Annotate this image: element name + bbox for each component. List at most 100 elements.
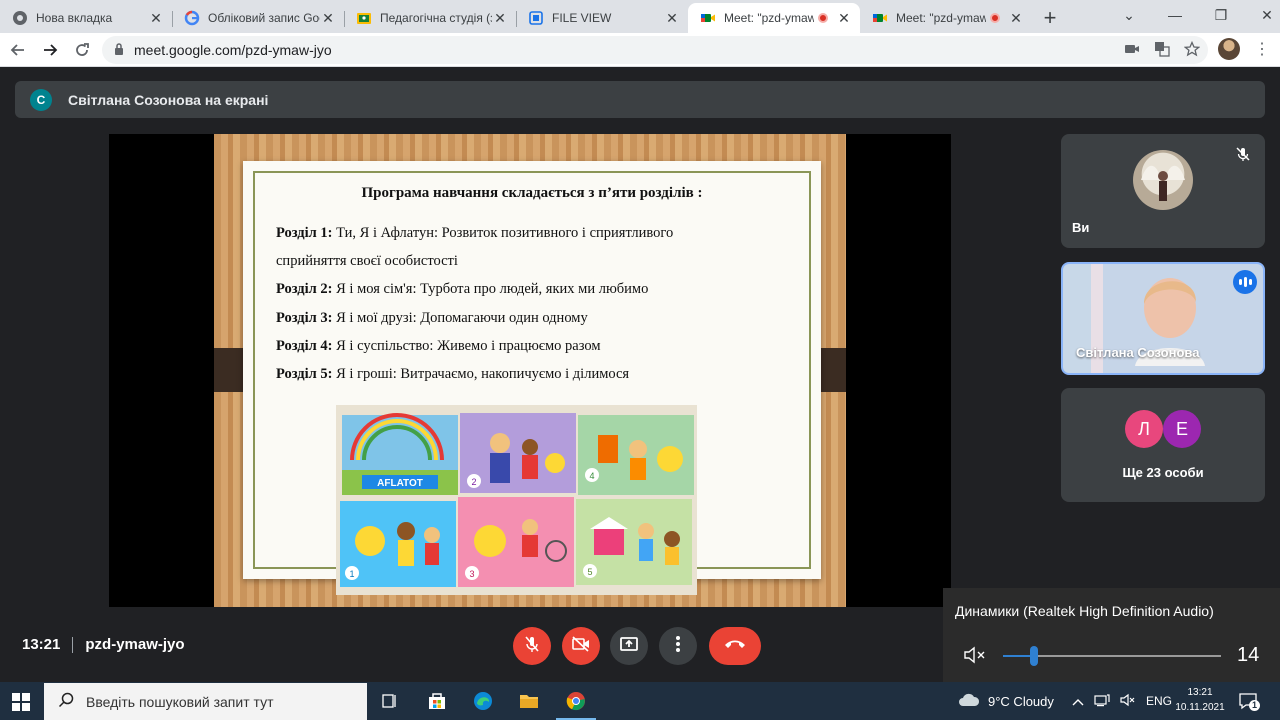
volume-level: 14 [1237,644,1260,666]
volume-muted-icon[interactable] [1120,693,1136,710]
cloud-icon [958,693,980,710]
mic-toggle-button[interactable] [513,627,551,665]
slide-section-4: Розділ 4: Я і суспільство: Живемо і прац… [276,338,601,354]
lock-icon[interactable] [114,42,124,58]
restore-button[interactable]: ❐ [1198,0,1244,30]
close-icon[interactable]: ✕ [1008,10,1024,26]
speaking-indicator-icon [1233,270,1257,294]
close-icon[interactable]: ✕ [836,10,852,26]
edge-browser-icon[interactable] [471,689,495,713]
windows-start-icon[interactable] [12,693,30,711]
slide-title: Програма навчання складається з п’яти ро… [361,185,703,201]
meeting-time: 13:21 [22,636,61,653]
chevron-up-icon[interactable] [1072,694,1084,709]
microsoft-store-icon[interactable] [425,689,449,713]
input-language[interactable]: ENG [1146,694,1172,708]
tab-title: Обліковий запис Goo [208,11,320,25]
tab-meet-active[interactable]: Meet: "pzd-ymaw ✕ [688,3,860,33]
weather-widget[interactable]: 9°C Cloudy [958,682,1054,720]
tab-title: Педагогічна студія (з [380,11,492,25]
file-explorer-icon[interactable] [517,689,541,713]
speaker-name-label: Світлана Созонова [1076,345,1200,360]
tab-title: Meet: "pzd-ymaw [896,11,986,25]
tab-classroom[interactable]: Педагогічна студія (з ✕ [344,3,516,33]
forward-button[interactable] [36,36,64,64]
meet-icon [872,10,888,26]
presenting-banner: С Світлана Созонова на екрані [15,81,1265,118]
meeting-code[interactable]: pzd-ymaw-jyo [85,636,184,653]
browser-tab-strip: Нова вкладка ✕ Обліковий запис Goo ✕ Пед… [0,0,1280,33]
shared-screen[interactable]: Програма навчання складається з п’яти ро… [109,134,951,607]
tab-title: FILE VIEW [552,11,612,25]
others-count-label: Ще 23 особи [1122,465,1204,480]
camera-toggle-button[interactable] [562,627,600,665]
present-screen-icon [619,635,639,658]
chrome-icon [12,10,28,26]
close-icon[interactable]: ✕ [320,10,336,26]
taskbar-clock[interactable]: 13:21 10.11.2021 [1172,685,1228,715]
minimize-button[interactable]: — [1152,0,1198,30]
presenter-banner-text: Світлана Созонова на екрані [68,91,269,108]
search-placeholder: Введіть пошуковий запит тут [86,693,274,710]
slide-section-1-cont: сприйняття своєї особистості [276,253,458,269]
close-icon[interactable]: ✕ [664,10,680,26]
present-now-button[interactable] [610,627,648,665]
volume-slider[interactable] [1003,646,1221,666]
reload-button[interactable] [68,36,96,64]
browser-menu-icon[interactable]: ⋮ [1254,42,1270,58]
slide-section-2: Розділ 2: Я і моя сім'я: Турбота про люд… [276,281,649,297]
bookmark-star-icon[interactable] [1183,40,1201,60]
more-vert-icon [675,635,681,658]
back-button[interactable] [4,36,32,64]
tab-search-icon[interactable]: ⌄ [1106,0,1152,30]
taskbar-search-box[interactable]: Введіть пошуковий запит тут [44,683,367,720]
search-icon [58,692,74,711]
google-icon [184,10,200,26]
self-avatar [1133,150,1193,210]
tab-title: Нова вкладка [36,11,113,25]
new-tab-button[interactable]: + [1036,3,1064,33]
self-tile[interactable]: Ви [1061,134,1265,248]
tab-meet-second[interactable]: Meet: "pzd-ymaw ✕ [860,3,1032,33]
profile-avatar[interactable] [1218,38,1240,60]
slide-section-3: Розділ 3: Я і мої друзі: Допомагаючи оди… [276,310,588,326]
speaker-mute-icon[interactable] [963,646,987,664]
slide-section-5: Розділ 5: Я і гроші: Витрачаємо, накопич… [276,366,630,382]
tab-file-view[interactable]: FILE VIEW ✕ [516,3,688,33]
address-bar[interactable]: meet.google.com/pzd-ymaw-jyo [102,36,1208,64]
meeting-info: 13:21 pzd-ymaw-jyo [22,636,185,653]
network-icon[interactable] [1094,693,1110,710]
chrome-taskbar-icon[interactable] [556,689,596,720]
camera-off-icon [571,635,591,658]
clock-time: 13:21 [1187,687,1213,698]
participant-avatar: Л [1125,410,1163,448]
camera-in-use-icon[interactable] [1124,41,1140,60]
translate-icon[interactable] [1154,41,1170,60]
meet-icon [700,10,716,26]
close-icon[interactable]: ✕ [492,10,508,26]
close-window-button[interactable]: ✕ [1244,0,1280,30]
more-options-button[interactable] [659,627,697,665]
weather-text: 9°C Cloudy [988,693,1054,709]
svg-text:3: 3 [469,569,474,579]
self-name-label: Ви [1072,220,1090,235]
notification-badge: 1 [1249,700,1260,711]
windows-taskbar: Введіть пошуковий запит тут 9°C Cloudy E… [0,682,1280,720]
others-tile[interactable]: Л Е Ще 23 особи [1061,388,1265,502]
task-view-icon[interactable] [378,689,402,713]
close-icon[interactable]: ✕ [148,10,164,26]
clock-date: 10.11.2021 [1175,702,1225,713]
volume-flyout: Динамики (Realtek High Definition Audio)… [943,588,1280,682]
tab-new-tab[interactable]: Нова вкладка ✕ [0,3,172,33]
mic-off-icon [1235,146,1251,162]
audio-device-name[interactable]: Динамики (Realtek High Definition Audio) [955,603,1214,619]
file-icon [528,10,544,26]
tab-google-account[interactable]: Обліковий запис Goo ✕ [172,3,344,33]
notification-center-icon[interactable]: 1 [1238,691,1260,711]
volume-slider-thumb[interactable] [1029,646,1038,666]
hang-up-icon [723,637,747,655]
svg-text:1: 1 [349,569,354,579]
active-speaker-tile[interactable]: Світлана Созонова [1061,262,1265,375]
leave-call-button[interactable] [709,627,761,665]
divider [72,636,74,653]
